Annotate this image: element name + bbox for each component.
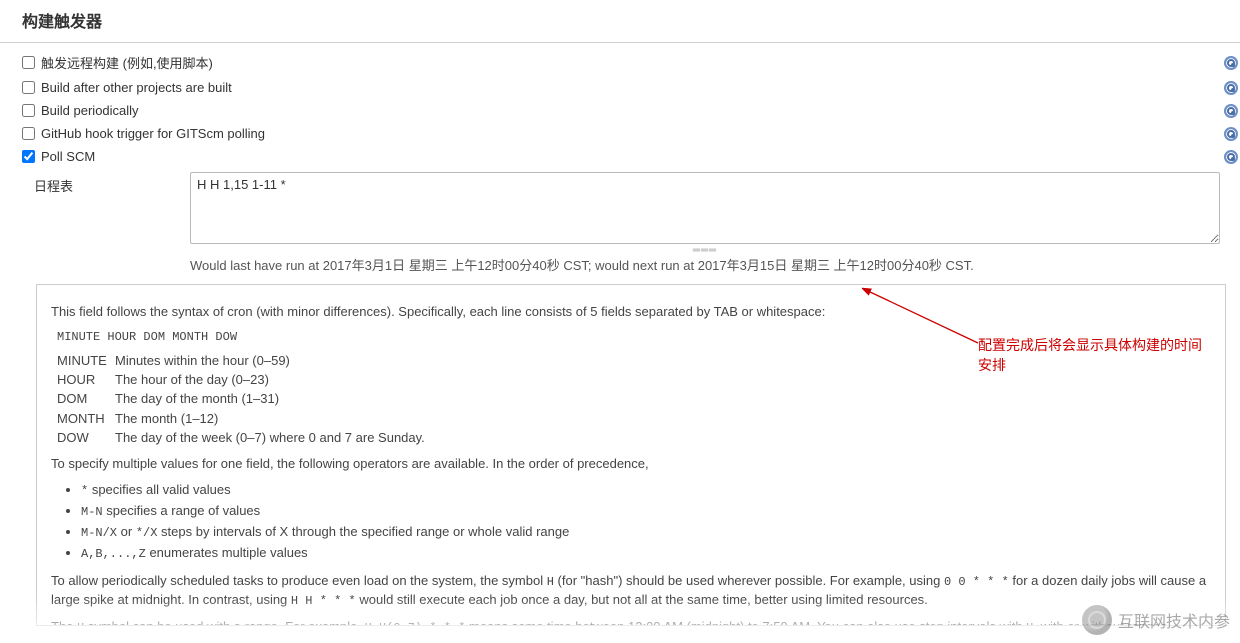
fd-desc: Minutes within the hour (0–59) xyxy=(115,352,290,370)
build-triggers: 触发远程构建 (例如,使用脚本) Build after other proje… xyxy=(0,43,1240,168)
op-item: specifies a range of values xyxy=(106,503,260,518)
trigger-periodically-label: Build periodically xyxy=(41,103,139,118)
watermark: 互联网技术内参 xyxy=(1082,605,1230,635)
watermark-text: 互联网技术内参 xyxy=(1118,608,1230,632)
section-title: 构建触发器 xyxy=(0,0,1240,43)
trigger-after-projects-label: Build after other projects are built xyxy=(41,80,232,95)
help-icon[interactable] xyxy=(1224,56,1238,70)
help-icon[interactable] xyxy=(1224,150,1238,164)
help-intro: This field follows the syntax of cron (w… xyxy=(51,303,1211,321)
help-icon[interactable] xyxy=(1224,127,1238,141)
schedule-input[interactable] xyxy=(190,172,1220,244)
help-operators-intro: To specify multiple values for one field… xyxy=(51,455,1211,473)
fd-desc: The month (1–12) xyxy=(115,410,218,428)
fd-name: DOM xyxy=(57,390,115,408)
op-item: specifies all valid values xyxy=(92,482,231,497)
help-icon[interactable] xyxy=(1224,104,1238,118)
trigger-poll-scm-checkbox[interactable] xyxy=(22,150,35,163)
trigger-after-projects: Build after other projects are built xyxy=(22,76,1240,99)
help-hash-p1: To allow periodically scheduled tasks to… xyxy=(51,572,1211,610)
resize-handle-icon[interactable]: ═══ xyxy=(190,245,1220,253)
trigger-periodically-checkbox[interactable] xyxy=(22,104,35,117)
trigger-poll-scm: Poll SCM xyxy=(22,145,1240,168)
trigger-poll-scm-label: Poll SCM xyxy=(41,149,95,164)
trigger-remote-build: 触发远程构建 (例如,使用脚本) xyxy=(22,49,1240,76)
trigger-remote-label: 触发远程构建 (例如,使用脚本) xyxy=(41,53,213,72)
fd-desc: The day of the week (0–7) where 0 and 7 … xyxy=(115,429,425,447)
fd-name: HOUR xyxy=(57,371,115,389)
schedule-row: 日程表 ═══ xyxy=(0,168,1240,253)
op-item: steps by intervals of X through the spec… xyxy=(161,524,569,539)
fd-name: DOW xyxy=(57,429,115,447)
help-operators-list: * specifies all valid values M-N specifi… xyxy=(81,481,1211,562)
help-icon[interactable] xyxy=(1224,81,1238,95)
trigger-github-hook-label: GitHub hook trigger for GITScm polling xyxy=(41,126,265,141)
schedule-preview-text: Would last have run at 2017年3月1日 星期三 上午1… xyxy=(0,253,1240,280)
fd-name: MINUTE xyxy=(57,352,115,370)
watermark-icon xyxy=(1082,605,1112,635)
fd-name: MONTH xyxy=(57,410,115,428)
fd-desc: The hour of the day (0–23) xyxy=(115,371,269,389)
trigger-remote-checkbox[interactable] xyxy=(22,56,35,69)
fd-desc: The day of the month (1–31) xyxy=(115,390,279,408)
trigger-github-hook: GitHub hook trigger for GITScm polling xyxy=(22,122,1240,145)
trigger-periodically: Build periodically xyxy=(22,99,1240,122)
annotation-text: 配置完成后将会显示具体构建的时间安排 xyxy=(978,336,1208,375)
op-item: enumerates multiple values xyxy=(149,545,307,560)
trigger-github-hook-checkbox[interactable] xyxy=(22,127,35,140)
help-hash-p2: The H symbol can be used with a range. F… xyxy=(51,618,1211,626)
schedule-label: 日程表 xyxy=(34,172,190,195)
trigger-after-projects-checkbox[interactable] xyxy=(22,81,35,94)
